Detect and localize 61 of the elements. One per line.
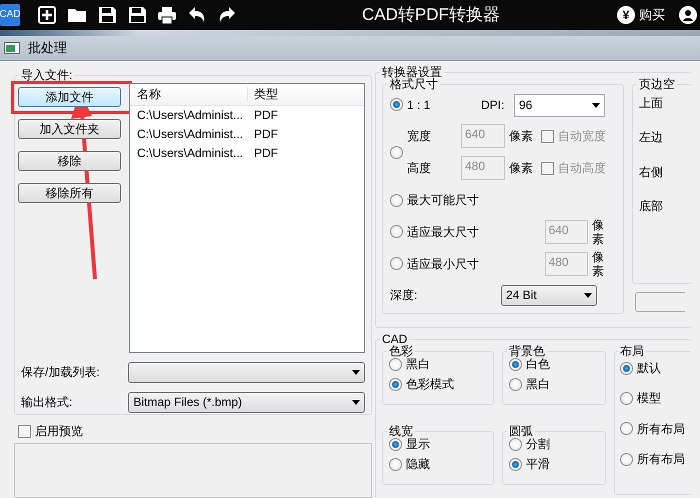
option-label: 黑白: [406, 357, 430, 372]
group-title: 线宽: [388, 425, 414, 437]
group-title: CAD: [381, 333, 408, 345]
column-header[interactable]: 类型: [248, 87, 278, 102]
depth-dropdown[interactable]: 24 Bit: [501, 284, 597, 306]
checkbox-label: 自动高度: [558, 160, 606, 176]
unit-label: 像素: [592, 218, 606, 246]
field-label: 左边: [639, 130, 664, 145]
group-title: 页边空: [638, 78, 676, 90]
option-label: 所有布局: [637, 452, 685, 467]
option-label: 显示: [406, 437, 430, 452]
option-label: 隐藏: [406, 457, 430, 472]
list-button[interactable]: 加入文件夹: [18, 119, 121, 139]
table-cell-text: C:\Users\Administ...: [136, 146, 244, 161]
option-label: 白色: [526, 357, 550, 372]
option-label: 最大可能尺寸: [407, 192, 479, 208]
unit-label: 像素: [509, 160, 533, 176]
option-label: 1 : 1: [407, 98, 430, 112]
dropdown[interactable]: Bitmap Files (*.bmp): [128, 392, 365, 413]
group-title: 格式尺寸: [390, 78, 439, 90]
list-button[interactable]: 添加文件: [18, 87, 121, 107]
checkbox-label: 自动宽度: [558, 128, 606, 144]
app-title: CAD转PDF转换器: [362, 4, 500, 26]
option-label: 适应最大尺寸: [407, 224, 479, 240]
table-cell-text: C:\Users\Administ...: [136, 127, 244, 142]
checkbox-label: 启用预览: [35, 424, 83, 438]
table-cell-text: PDF: [253, 108, 278, 123]
dpi-dropdown[interactable]: 96: [514, 94, 605, 116]
buy-button[interactable]: ¥ 购买: [617, 5, 665, 25]
option-label: 模型: [637, 391, 661, 406]
field-label: 宽度: [407, 128, 432, 144]
option-label: 所有布局: [637, 422, 685, 436]
group-title: 转换器设置: [381, 66, 443, 78]
group-title: 导入文件:: [20, 69, 74, 81]
field-label: 高度: [407, 160, 432, 176]
field-label: 右侧: [639, 164, 664, 180]
group-title: 背景色: [508, 345, 546, 357]
field-label: DPI:: [481, 98, 506, 112]
dialog-title: 批处理: [28, 40, 67, 56]
field-label: 底部: [639, 199, 664, 214]
group-title: 布局: [619, 345, 645, 357]
field-label: 保存/加载列表:: [21, 365, 101, 380]
option-label: 默认: [637, 361, 661, 376]
group-title: 色彩: [388, 345, 414, 357]
list-button[interactable]: 移除: [18, 151, 121, 171]
table-cell-text: PDF: [253, 146, 278, 161]
option-label: 适应最小尺寸: [407, 256, 479, 272]
unit-label: 像素: [592, 250, 606, 278]
table-cell-text: C:\Users\Administ...: [136, 108, 244, 123]
option-label: 分割: [526, 437, 550, 452]
field-label: 上面: [639, 96, 664, 110]
column-header[interactable]: 名称: [130, 87, 248, 102]
option-label: 平滑: [526, 457, 550, 472]
option-label: 色彩模式: [406, 377, 454, 392]
field-label: 输出格式:: [21, 395, 74, 410]
field-label: 深度:: [390, 288, 418, 302]
group-title: 圆弧: [508, 425, 534, 437]
table-cell-text: PDF: [253, 127, 278, 142]
option-label: 黑白: [526, 377, 550, 392]
unit-label: 像素: [509, 128, 533, 144]
list-button[interactable]: 移除所有: [18, 183, 121, 203]
